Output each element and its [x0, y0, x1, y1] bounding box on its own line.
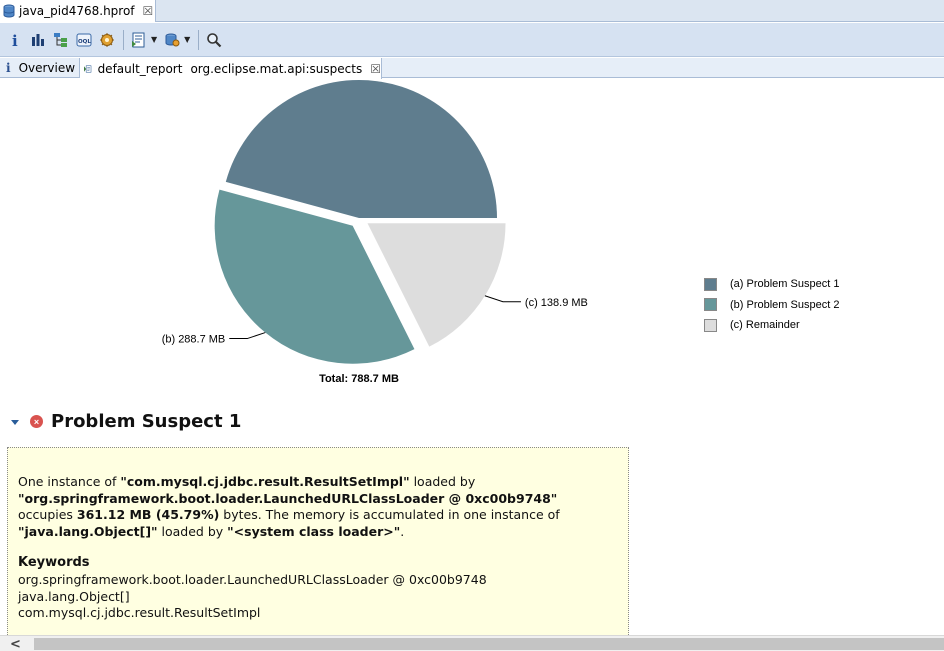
- pie-chart: (b) 288.7 MB (c) 138.9 MB Total: 788.7 MB: [162, 79, 588, 385]
- keyword-item: java.lang.Object[]: [18, 588, 130, 604]
- legend-swatch: [704, 277, 717, 291]
- inner-tab-strip: i Overview default_report org.eclipse.ma…: [0, 58, 944, 79]
- info-icon: i: [6, 61, 11, 75]
- reports-icon[interactable]: [128, 29, 150, 51]
- class-name: "com.mysql.cj.jdbc.result.ResultSetImpl": [120, 474, 410, 489]
- tab-overview-label: Overview: [18, 61, 76, 75]
- database-icon: [3, 4, 15, 18]
- legend-swatch: [704, 298, 717, 312]
- text-span: One instance of: [18, 474, 121, 489]
- legend-swatch: [704, 318, 717, 332]
- info-icon[interactable]: i: [4, 29, 26, 51]
- query-browser-icon[interactable]: [161, 29, 183, 51]
- svg-text:i: i: [12, 32, 18, 48]
- text-span: loaded by: [157, 523, 228, 539]
- pie-slice-a[interactable]: [225, 79, 498, 218]
- close-icon[interactable]: ☒: [370, 63, 381, 75]
- text-span: occupies: [18, 507, 77, 523]
- horizontal-scrollbar[interactable]: <: [0, 635, 944, 651]
- legend-item: (a) Problem Suspect 1: [704, 274, 839, 295]
- description-line: occupies 361.12 MB (45.79%) bytes. The m…: [18, 507, 618, 524]
- reports-dropdown-chevron-down-icon[interactable]: ▼: [151, 35, 157, 44]
- pie-total-label: Total: 788.7 MB: [319, 373, 399, 385]
- toolbar-separator: [123, 29, 124, 50]
- close-icon[interactable]: ☒: [143, 5, 154, 17]
- description-line: "java.lang.Object[]" loaded by "<system …: [18, 524, 618, 541]
- tab-report-label: default_report: [97, 61, 183, 76]
- oql-icon[interactable]: OQL: [73, 29, 95, 51]
- collapse-chevron-down-icon[interactable]: [8, 415, 22, 429]
- keyword-item: org.springframework.boot.loader.Launched…: [18, 571, 487, 587]
- legend-item: (c) Remainder: [704, 315, 839, 336]
- query-dropdown-chevron-down-icon[interactable]: ▼: [184, 35, 190, 44]
- thread-overview-icon[interactable]: [96, 29, 118, 51]
- dominator-tree-icon[interactable]: [50, 29, 72, 51]
- description-line: One instance of "com.mysql.cj.jdbc.resul…: [18, 474, 618, 491]
- editor-tab-label: java_pid4768.hprof: [19, 4, 135, 18]
- editor-tab-hprof[interactable]: java_pid4768.hprof ☒: [0, 0, 156, 22]
- search-icon[interactable]: [203, 29, 225, 51]
- class-loader-name: "<system class loader>": [227, 523, 401, 539]
- pie-chart-area: (b) 288.7 MB (c) 138.9 MB Total: 788.7 MB…: [0, 79, 944, 399]
- error-icon: ×: [30, 415, 43, 428]
- pie-slice-label: (b) 288.7 MB: [162, 334, 226, 346]
- scrollbar-thumb[interactable]: [34, 638, 944, 650]
- legend-label: (b) Problem Suspect 2: [730, 298, 840, 311]
- suspect-description: One instance of "com.mysql.cj.jdbc.resul…: [7, 447, 629, 637]
- tab-overview[interactable]: i Overview: [0, 58, 80, 78]
- keyword-item: com.mysql.cj.jdbc.result.ResultSetImpl: [18, 605, 261, 621]
- toolbar: i OQL ▼ ▼: [0, 23, 944, 57]
- pie-label-leader-line: [229, 332, 266, 340]
- keywords-heading: Keywords: [18, 555, 90, 571]
- svg-text:OQL: OQL: [78, 39, 91, 45]
- toolbar-separator: [198, 29, 200, 50]
- text-span: .: [400, 523, 405, 539]
- pie-slice-label: (c) 138.9 MB: [525, 297, 588, 309]
- legend-label: (a) Problem Suspect 1: [730, 278, 840, 291]
- pie-label-leader-line: [484, 295, 521, 303]
- suspect-title: Problem Suspect 1: [51, 411, 242, 432]
- retained-size: 361.12 MB (45.79%): [76, 507, 220, 523]
- class-loader-name: "org.springframework.boot.loader.Launche…: [18, 490, 558, 506]
- class-name: "java.lang.Object[]": [18, 523, 158, 539]
- text-span: bytes. The memory is accumulated in one …: [219, 507, 560, 523]
- histogram-icon[interactable]: [27, 29, 49, 51]
- report-icon: [84, 64, 92, 73]
- chart-legend: (a) Problem Suspect 1 (b) Problem Suspect…: [704, 274, 839, 336]
- legend-item: (b) Problem Suspect 2: [704, 295, 839, 316]
- editor-tab-strip: java_pid4768.hprof ☒: [0, 0, 944, 22]
- legend-label: (c) Remainder: [730, 319, 800, 332]
- text-span: loaded by: [409, 474, 476, 489]
- scroll-left-arrow-icon[interactable]: <: [10, 637, 21, 651]
- tab-default-report[interactable]: default_report org.eclipse.mat.api:suspe…: [80, 58, 382, 79]
- tab-report-sublabel: org.eclipse.mat.api:suspects: [190, 61, 363, 76]
- description-line: "org.springframework.boot.loader.Launche…: [18, 491, 618, 508]
- suspect-header[interactable]: × Problem Suspect 1: [8, 411, 241, 432]
